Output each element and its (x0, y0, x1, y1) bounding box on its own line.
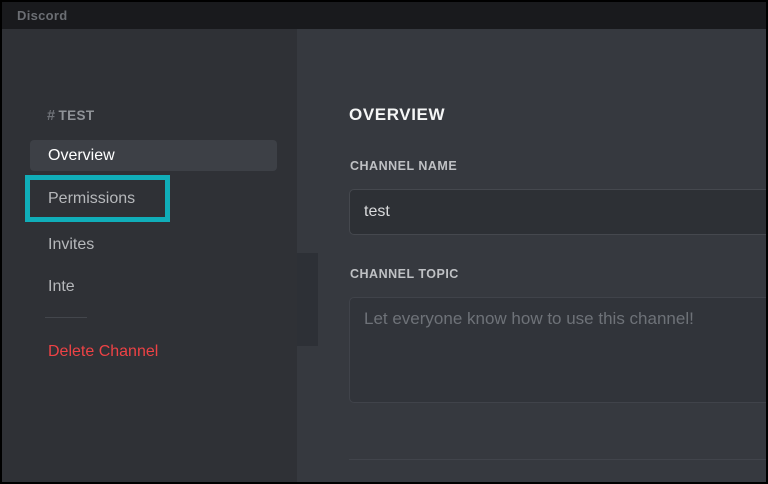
channel-name-input[interactable] (349, 189, 766, 235)
channel-header: # TEST (47, 108, 95, 124)
channel-topic-label: CHANNEL TOPIC (350, 267, 459, 281)
channel-name-label: CHANNEL NAME (350, 159, 458, 173)
overview-settings-pane: OVERVIEW CHANNEL NAME CHANNEL TOPIC (297, 29, 766, 482)
render-artifact (297, 253, 318, 346)
sidebar-item-integrations-partial[interactable]: Inte (48, 275, 75, 299)
settings-sidebar: # TEST Overview Permissions Invites Inte … (2, 29, 297, 482)
channel-header-name: TEST (58, 108, 95, 123)
page-title: OVERVIEW (349, 105, 446, 124)
channel-topic-textarea[interactable] (349, 297, 766, 403)
sidebar-item-overview[interactable]: Overview (48, 144, 115, 168)
hash-icon: # (47, 108, 56, 124)
discord-settings-window: Discord # TEST Overview Permissions Invit… (0, 0, 768, 484)
sidebar-item-invites[interactable]: Invites (48, 233, 94, 257)
section-divider (349, 459, 766, 460)
delete-channel-button[interactable]: Delete Channel (48, 340, 158, 364)
window-titlebar: Discord (2, 2, 766, 29)
sidebar-divider (45, 317, 87, 318)
window-title: Discord (17, 8, 68, 23)
sidebar-item-permissions[interactable]: Permissions (48, 187, 135, 211)
